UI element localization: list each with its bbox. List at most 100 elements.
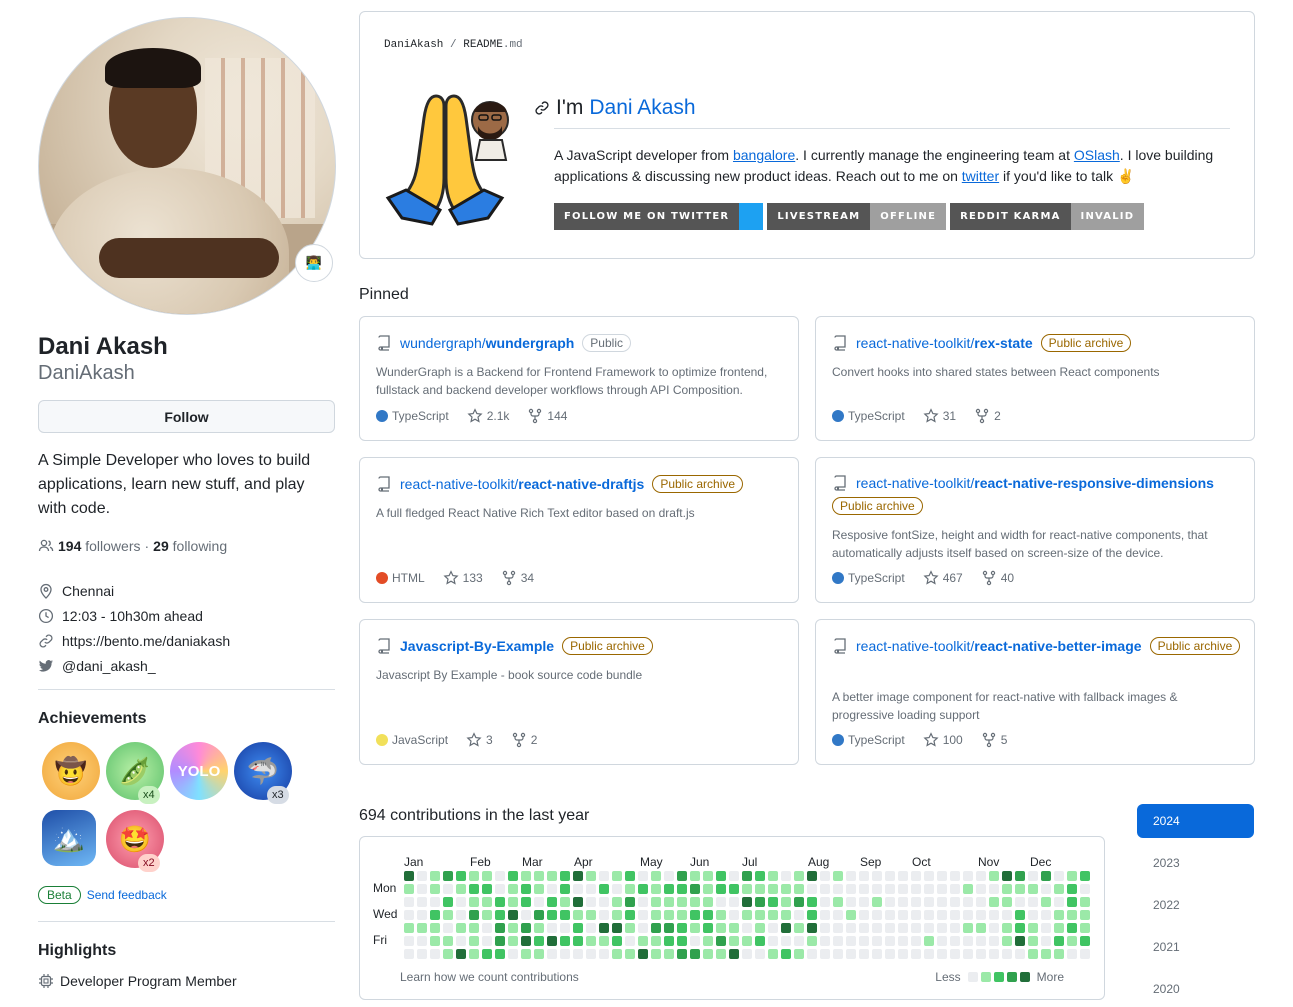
contribution-day[interactable] — [1041, 884, 1051, 894]
repo-stars-link[interactable]: 31 — [923, 408, 956, 424]
contribution-day[interactable] — [547, 910, 557, 920]
contribution-day[interactable] — [417, 936, 427, 946]
contribution-day[interactable] — [872, 936, 882, 946]
contribution-day[interactable] — [1041, 871, 1051, 881]
contribution-day[interactable] — [547, 936, 557, 946]
contribution-day[interactable] — [599, 897, 609, 907]
repo-stars-link[interactable]: 2.1k — [467, 408, 509, 424]
contribution-day[interactable] — [1067, 910, 1077, 920]
contribution-day[interactable] — [755, 910, 765, 920]
contribution-day[interactable] — [677, 936, 687, 946]
contribution-day[interactable] — [1080, 910, 1090, 920]
contribution-day[interactable] — [950, 949, 960, 959]
contribution-day[interactable] — [430, 871, 440, 881]
contribution-day[interactable] — [872, 884, 882, 894]
contribution-day[interactable] — [1028, 910, 1038, 920]
repo-forks-link[interactable]: 2 — [974, 408, 1001, 424]
yolo-badge-icon[interactable]: YOLO — [170, 742, 228, 800]
contribution-day[interactable] — [495, 949, 505, 959]
contribution-day[interactable] — [703, 897, 713, 907]
contribution-day[interactable] — [950, 897, 960, 907]
contribution-day[interactable] — [729, 910, 739, 920]
contribution-day[interactable] — [625, 871, 635, 881]
contribution-day[interactable] — [1067, 923, 1077, 933]
readme-heading-name-link[interactable]: Dani Akash — [589, 96, 695, 120]
contribution-day[interactable] — [794, 923, 804, 933]
contribution-day[interactable] — [560, 949, 570, 959]
contribution-day[interactable] — [430, 936, 440, 946]
contribution-day[interactable] — [612, 936, 622, 946]
contribution-day[interactable] — [781, 949, 791, 959]
contribution-day[interactable] — [742, 910, 752, 920]
contribution-day[interactable] — [755, 923, 765, 933]
twitter-link[interactable]: @dani_akash_ — [62, 658, 156, 674]
contribution-day[interactable] — [443, 949, 453, 959]
contribution-day[interactable] — [833, 949, 843, 959]
contribution-day[interactable] — [911, 923, 921, 933]
repo-stars-link[interactable]: 3 — [466, 732, 493, 748]
contribution-day[interactable] — [1002, 923, 1012, 933]
contribution-day[interactable] — [651, 910, 661, 920]
twitter-follow-shield[interactable]: FOLLOW ME ON TWITTER — [554, 203, 764, 230]
contribution-day[interactable] — [677, 871, 687, 881]
contribution-day[interactable] — [586, 871, 596, 881]
contribution-day[interactable] — [781, 923, 791, 933]
contribution-day[interactable] — [976, 936, 986, 946]
contribution-day[interactable] — [937, 897, 947, 907]
contribution-day[interactable] — [534, 949, 544, 959]
contribution-day[interactable] — [599, 884, 609, 894]
repo-forks-link[interactable]: 5 — [981, 732, 1007, 748]
contribution-day[interactable] — [950, 884, 960, 894]
contribution-day[interactable] — [716, 897, 726, 907]
contribution-day[interactable] — [404, 949, 414, 959]
contribution-day[interactable] — [430, 910, 440, 920]
contribution-day[interactable] — [937, 871, 947, 881]
follow-button[interactable]: Follow — [38, 400, 335, 433]
livestream-shield[interactable]: LIVESTREAM OFFLINE — [767, 203, 947, 230]
contribution-day[interactable] — [950, 923, 960, 933]
contribution-day[interactable] — [729, 897, 739, 907]
contribution-day[interactable] — [976, 949, 986, 959]
year-2022-link[interactable]: 2022 — [1137, 888, 1254, 922]
contribution-day[interactable] — [664, 871, 674, 881]
repo-forks-link[interactable]: 34 — [501, 570, 534, 586]
contribution-day[interactable] — [521, 949, 531, 959]
arctic-vault-badge-icon[interactable]: 🏔️ — [42, 810, 96, 866]
contribution-day[interactable] — [963, 897, 973, 907]
profile-avatar[interactable] — [38, 17, 336, 315]
contribution-day[interactable] — [742, 884, 752, 894]
contribution-day[interactable] — [755, 884, 765, 894]
contribution-day[interactable] — [521, 897, 531, 907]
contribution-day[interactable] — [1054, 936, 1064, 946]
repo-stars-link[interactable]: 100 — [923, 732, 963, 748]
contribution-day[interactable] — [534, 897, 544, 907]
contribution-day[interactable] — [495, 910, 505, 920]
contribution-day[interactable] — [482, 949, 492, 959]
contribution-day[interactable] — [1041, 923, 1051, 933]
contribution-day[interactable] — [586, 936, 596, 946]
contribution-day[interactable] — [495, 884, 505, 894]
contribution-day[interactable] — [456, 923, 466, 933]
contribution-day[interactable] — [534, 923, 544, 933]
contribution-day[interactable] — [495, 923, 505, 933]
contribution-day[interactable] — [742, 949, 752, 959]
contribution-day[interactable] — [521, 884, 531, 894]
contribution-day[interactable] — [651, 871, 661, 881]
contribution-day[interactable] — [690, 923, 700, 933]
status-emoji-button[interactable]: 👨‍💻 — [295, 244, 333, 282]
contribution-day[interactable] — [716, 936, 726, 946]
contribution-day[interactable] — [742, 897, 752, 907]
contribution-day[interactable] — [1054, 897, 1064, 907]
contribution-day[interactable] — [768, 936, 778, 946]
contribution-day[interactable] — [651, 884, 661, 894]
contribution-day[interactable] — [820, 936, 830, 946]
repo-stars-link[interactable]: 133 — [443, 570, 483, 586]
contribution-day[interactable] — [976, 910, 986, 920]
contribution-day[interactable] — [1067, 871, 1077, 881]
send-feedback-link[interactable]: Send feedback — [87, 888, 167, 902]
contribution-day[interactable] — [404, 910, 414, 920]
contribution-day[interactable] — [1067, 936, 1077, 946]
contribution-day[interactable] — [807, 897, 817, 907]
contribution-day[interactable] — [573, 884, 583, 894]
contribution-day[interactable] — [430, 923, 440, 933]
